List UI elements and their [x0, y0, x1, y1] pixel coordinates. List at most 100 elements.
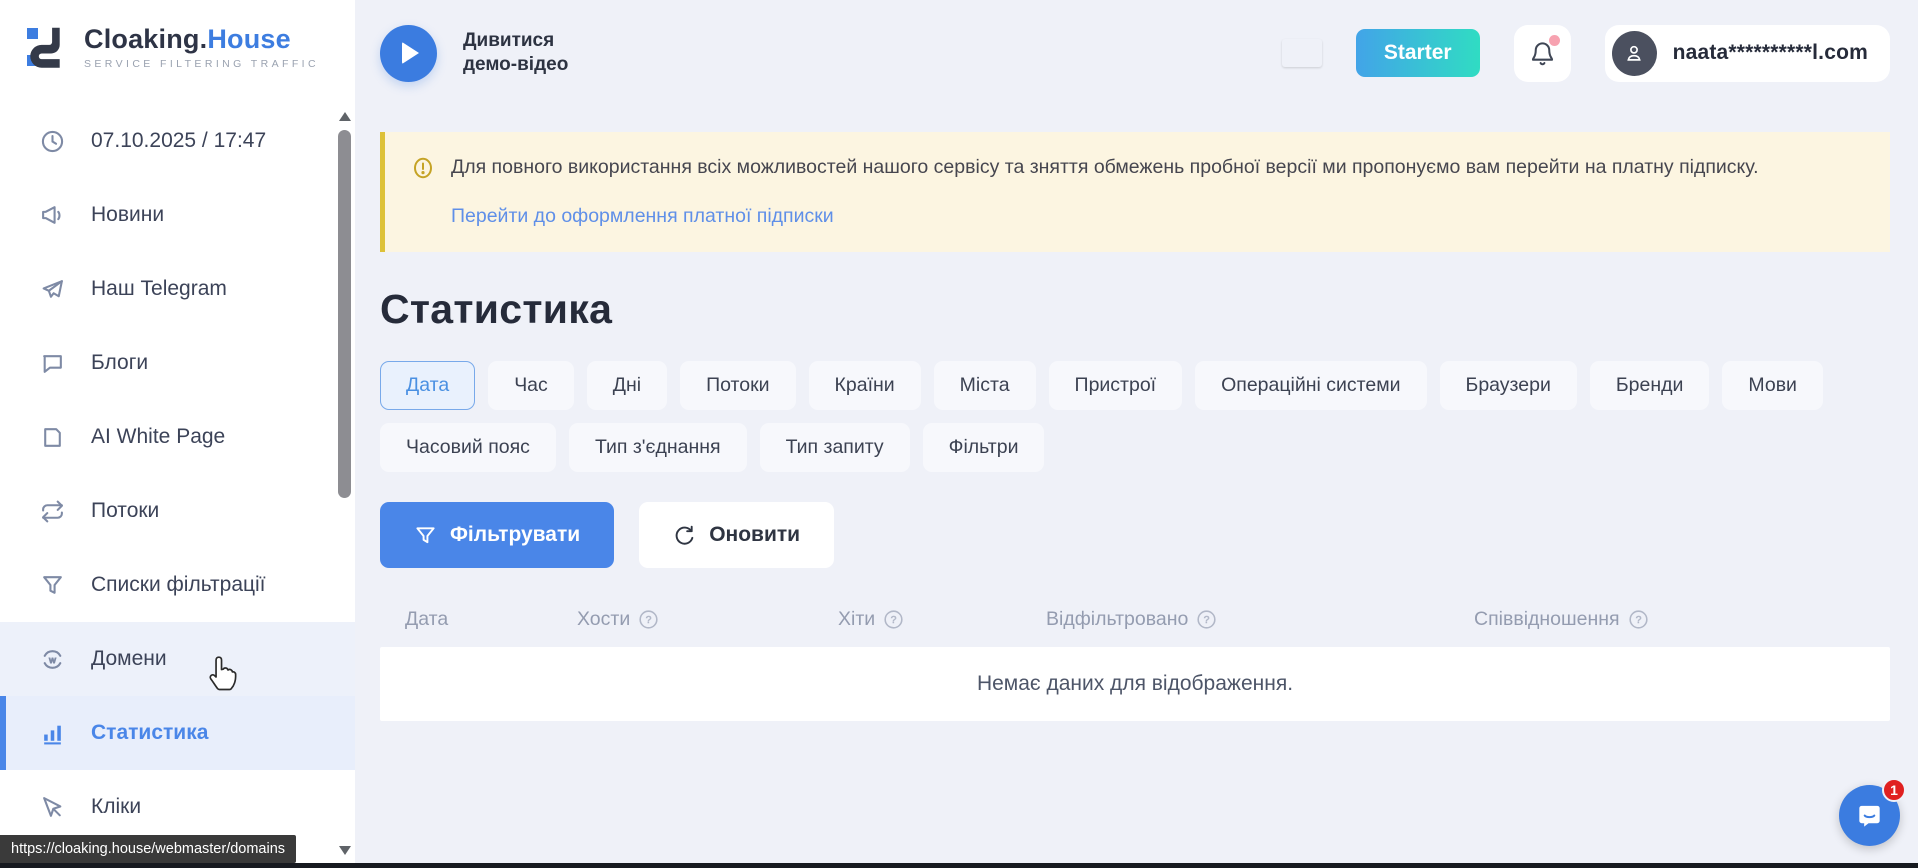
tab-time[interactable]: Час — [488, 361, 574, 410]
svg-text:w: w — [48, 655, 56, 665]
page-icon — [40, 425, 65, 450]
sidebar-item-datetime: 07.10.2025 / 17:47 — [0, 104, 355, 178]
tab-languages[interactable]: Мови — [1722, 361, 1823, 410]
user-email: naata**********l.com — [1673, 41, 1868, 65]
clock-icon — [40, 129, 65, 154]
sidebar-scrollbar-thumb[interactable] — [338, 130, 351, 498]
sidebar-item-label: Статистика — [91, 721, 208, 745]
sidebar-item-filter-lists[interactable]: Списки фільтрації — [0, 548, 355, 622]
sidebar-item-streams[interactable]: Потоки — [0, 474, 355, 548]
chat-widget-button[interactable]: 1 — [1839, 785, 1900, 846]
sidebar-item-label: Кліки — [91, 795, 141, 819]
play-button[interactable] — [380, 25, 437, 82]
account-menu[interactable]: naata**********l.com — [1605, 25, 1890, 82]
sidebar-item-label: Домени — [91, 647, 167, 671]
help-icon[interactable]: ? — [638, 609, 659, 630]
avatar — [1612, 31, 1657, 76]
empty-table-row: Немає даних для відображення. — [380, 647, 1890, 721]
chat-smile-icon — [1854, 800, 1885, 831]
tab-request-type[interactable]: Тип запиту — [760, 423, 910, 472]
help-icon[interactable]: ? — [1196, 609, 1217, 630]
play-icon — [402, 42, 419, 64]
sidebar-item-telegram[interactable]: Наш Telegram — [0, 252, 355, 326]
warning-icon — [411, 156, 435, 180]
person-icon — [1623, 42, 1645, 64]
refresh-icon — [673, 524, 696, 547]
tab-connection-type[interactable]: Тип з'єднання — [569, 423, 747, 472]
svg-text:?: ? — [646, 614, 652, 626]
tab-browsers[interactable]: Браузери — [1440, 361, 1577, 410]
brand-tagline: SERVICE FILTERING TRAFFIC — [84, 58, 319, 70]
sidebar-item-domains[interactable]: w Домени — [0, 622, 355, 696]
tab-days[interactable]: Дні — [587, 361, 667, 410]
column-hits: Хіти ? — [838, 608, 1046, 631]
column-date: Дата — [405, 608, 577, 631]
page-title: Статистика — [380, 286, 1890, 333]
tab-cities[interactable]: Міста — [934, 361, 1036, 410]
sidebar-item-label: 07.10.2025 / 17:47 — [91, 129, 266, 153]
notification-dot — [1549, 35, 1560, 46]
refresh-button[interactable]: Оновити — [639, 502, 834, 568]
scrollbar-down-arrow[interactable] — [339, 846, 351, 855]
sidebar-item-blogs[interactable]: Блоги — [0, 326, 355, 400]
sidebar-item-label: AI White Page — [91, 425, 225, 449]
demo-video-label: Дивитися демо-відео — [463, 29, 568, 77]
megaphone-icon — [40, 203, 65, 228]
sidebar-item-label: Новини — [91, 203, 164, 227]
brand-name: Cloaking.House — [84, 24, 319, 55]
bar-chart-icon — [40, 721, 65, 746]
sidebar-item-news[interactable]: Новини — [0, 178, 355, 252]
main-content: Дивитися демо-відео Starter naata*******… — [355, 0, 1918, 868]
window-bottom-edge — [0, 863, 1918, 868]
sidebar-item-statistics[interactable]: Статистика — [0, 696, 355, 770]
sidebar-item-clicks[interactable]: Кліки — [0, 770, 355, 844]
sidebar-nav: 07.10.2025 / 17:47 Новини Наш Telegram Б… — [0, 104, 355, 844]
demo-video[interactable]: Дивитися демо-відео — [380, 25, 568, 82]
funnel-icon — [414, 524, 437, 547]
plan-starter-button[interactable]: Starter — [1356, 29, 1480, 77]
column-hosts: Хости ? — [577, 608, 838, 631]
banner-text: Для повного використання всіх можливосте… — [451, 154, 1759, 181]
domains-icon: w — [40, 647, 65, 672]
sidebar: Cloaking.House SERVICE FILTERING TRAFFIC… — [0, 0, 355, 868]
tab-timezone[interactable]: Часовий пояс — [380, 423, 556, 472]
cursor-icon — [40, 795, 65, 820]
chat-unread-badge: 1 — [1882, 778, 1906, 802]
tab-devices[interactable]: Пристрої — [1049, 361, 1183, 410]
tab-date[interactable]: Дата — [380, 361, 475, 410]
tab-brands[interactable]: Бренди — [1590, 361, 1710, 410]
notifications-button[interactable] — [1514, 25, 1571, 82]
repeat-icon — [40, 499, 65, 524]
telegram-icon — [40, 277, 65, 302]
tab-filters[interactable]: Фільтри — [923, 423, 1045, 472]
filter-button[interactable]: Фільтрувати — [380, 502, 614, 568]
column-filtered: Відфільтровано ? — [1046, 608, 1474, 631]
svg-text:?: ? — [1204, 614, 1210, 626]
help-icon[interactable]: ? — [1628, 609, 1649, 630]
tab-streams[interactable]: Потоки — [680, 361, 795, 410]
ukraine-flag-icon[interactable] — [1282, 39, 1322, 67]
funnel-icon — [40, 573, 65, 598]
table-header: Дата Хости ? Хіти ? Відфільтровано ? Спі… — [380, 608, 1890, 631]
tab-operating-systems[interactable]: Операційні системи — [1195, 361, 1426, 410]
status-bar-url: https://cloaking.house/webmaster/domains — [0, 835, 296, 863]
filter-tabs: Дата Час Дні Потоки Країни Міста Пристро… — [380, 361, 1890, 472]
sidebar-item-label: Потоки — [91, 499, 159, 523]
svg-text:?: ? — [891, 614, 897, 626]
brand-logo-icon — [24, 24, 70, 70]
subscribe-link[interactable]: Перейти до оформлення платної підписки — [451, 205, 834, 228]
tab-countries[interactable]: Країни — [809, 361, 921, 410]
scrollbar-up-arrow[interactable] — [339, 112, 351, 121]
help-icon[interactable]: ? — [883, 609, 904, 630]
sidebar-item-ai-white-page[interactable]: AI White Page — [0, 400, 355, 474]
chat-bubble-icon — [40, 351, 65, 376]
svg-text:?: ? — [1635, 614, 1641, 626]
sidebar-item-label: Списки фільтрації — [91, 573, 266, 597]
trial-warning-banner: Для повного використання всіх можливосте… — [380, 132, 1890, 252]
brand-logo[interactable]: Cloaking.House SERVICE FILTERING TRAFFIC — [0, 0, 355, 70]
sidebar-item-label: Наш Telegram — [91, 277, 227, 301]
empty-state-message: Немає даних для відображення. — [977, 672, 1293, 696]
topbar: Дивитися демо-відео Starter naata*******… — [355, 0, 1918, 106]
sidebar-item-label: Блоги — [91, 351, 148, 375]
column-ratio: Співвідношення ? — [1474, 608, 1890, 631]
